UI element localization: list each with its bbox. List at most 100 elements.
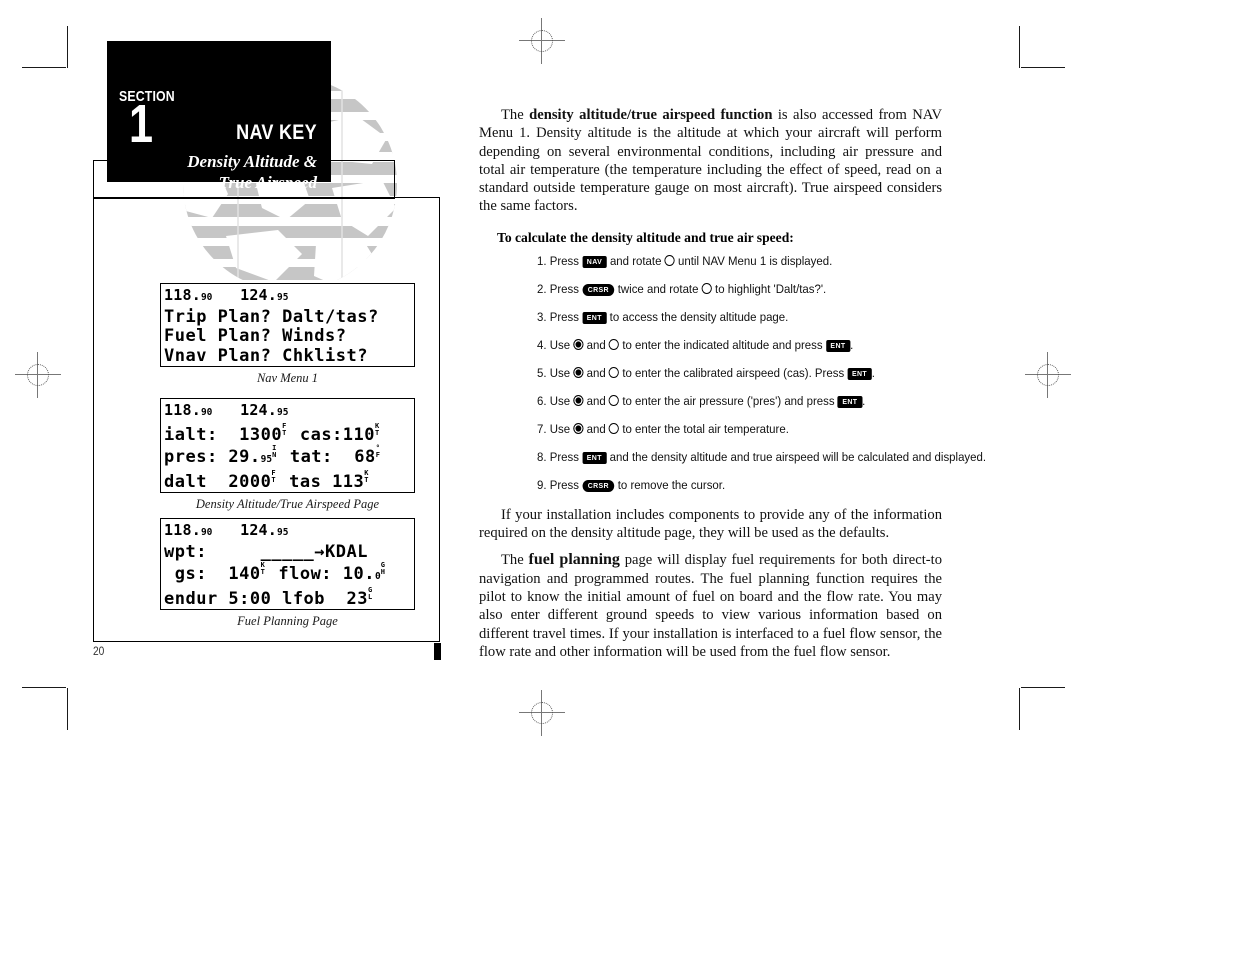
crop-mark-top-left-horizontal [22,67,66,68]
ent-key-glyph: ENT [825,339,851,352]
para3-rest: page will display fuel requirements for … [479,552,942,660]
step-7-number: 7. Use [537,421,574,436]
step-5-number: 5. Use [537,365,574,380]
procedure-step-8: 8. Press ENT and the density altitude an… [537,449,986,465]
inner-knob-icon [573,422,584,434]
crop-mark-bottom-left-horizontal [22,687,66,688]
page-number: 20 [93,644,105,658]
page-subtitle-line2: True Airspeed [218,173,317,192]
crop-mark-bottom-left-vertical [67,688,68,730]
registration-mark-right [1025,352,1071,398]
step-2-mid: twice and rotate [614,281,702,296]
lcd-row-frequency: 118.90 124.95 [164,286,289,304]
step-2-number: 2. Press [537,281,583,296]
step-8-number: 8. Press [537,449,583,464]
crop-mark-top-right-vertical [1019,26,1020,68]
inner-knob-icon [573,394,584,406]
lcd-row-menu-2: Fuel Plan? Winds? [164,326,347,346]
nav-key-glyph: NAV [582,255,607,268]
paragraph-density-altitude-intro: The density altitude/true airspeed funct… [479,106,942,216]
step-1-number: 1. Press [537,253,583,268]
para1-bold-term: density altitude/true airspeed function [529,107,773,123]
crsr-key-glyph: CRSR [582,479,615,492]
inner-knob-icon [573,338,584,350]
ent-key-glyph: ENT [582,451,607,464]
step-6-mid: and [583,393,609,408]
registration-mark-top [519,18,565,64]
step-5-mid: and [583,365,609,380]
step-2-tail: to highlight 'Dalt/tas?'. [711,281,827,296]
main-text-column: The density altitude/true airspeed funct… [479,106,986,670]
registration-mark-bottom [519,690,565,736]
procedure-step-7: 7. Use and to enter the total air temper… [537,422,914,437]
crop-mark-top-left-vertical [67,26,68,68]
registration-mark-left [15,352,61,398]
outer-knob-icon [701,282,712,294]
page-title: NAV KEY [236,121,317,144]
figure-caption: Fuel Planning Page [237,614,338,628]
step-4-end: . [850,337,854,352]
procedure-step-6: 6. Use and to enter the air pressure ('p… [537,394,914,409]
figure-caption: Density Altitude/True Airspeed Page [195,497,380,511]
procedure-step-3: 3. Press ENT to access the density altit… [537,310,914,325]
outer-knob-icon [608,338,620,350]
step-6-number: 6. Use [537,393,574,408]
lcd-row-endur-lfob: endur 5:00 lfob 23 G L [164,585,373,609]
ent-key-glyph: ENT [837,395,863,408]
step-6-tail: to enter the air pressure ('pres') and p… [619,393,838,408]
procedure-step-4: 4. Use and to enter the indicated altitu… [537,338,914,353]
crsr-key-glyph: CRSR [582,283,615,296]
step-4-number: 4. Use [537,337,574,352]
outer-knob-icon [608,394,620,406]
page-subtitle: Density Altitude & True Airspeed [117,151,317,193]
lcd-row-ialt-cas: ialt: 1300 F T cas:110 K T [164,421,380,445]
step-8-tail: and the density altitude and true airspe… [606,449,987,464]
crop-mark-bottom-right-vertical [1019,688,1020,730]
lcd-screen: 118.90 124.95 wpt: _____→KDAL gs: 140 K T … [160,518,415,610]
lcd-row-menu-1: Trip Plan? Dalt/tas? [164,306,379,327]
crop-mark-bottom-right-horizontal [1021,687,1065,688]
lcd-row-pres-tat: pres: 29.95 I N tat: 68 ° F [164,444,380,467]
procedure-heading: To calculate the density altitude and tr… [497,229,794,245]
paragraph-fuel-planning: The fuel planning page will display fuel… [479,551,942,661]
inner-knob-icon [573,366,584,378]
para1-lead: The [501,107,530,123]
section-number: 1 [129,94,154,154]
step-3-number: 3. Press [537,309,583,324]
step-4-mid: and [583,337,609,352]
step-9-tail: to remove the cursor. [614,477,726,492]
figure-fuel-planning-page: 118.90 124.95 wpt: _____→KDAL gs: 140 K T … [160,518,415,629]
lcd-row-menu-3: Vnav Plan? Chklist? [164,345,368,366]
para3-bold-term: fuel planning [528,551,620,569]
lcd-row-gs-flow: gs: 140 K T flow: 10.0 G H [164,561,385,584]
outer-knob-icon [664,254,675,266]
para1-rest: is also accessed from NAV Menu 1. Densit… [479,107,942,215]
figure-nav-menu-1: 118.90 124.95 Trip Plan? Dalt/tas? Fuel … [160,283,415,386]
step-5-tail: to enter the calibrated airspeed (cas). … [619,365,848,380]
outer-knob-icon [608,422,620,434]
step-7-tail: to enter the total air temperature. [619,421,789,436]
page-edge-marker [434,643,441,660]
lcd-row-frequency: 118.90 124.95 [164,401,289,419]
procedure-step-9: 9. Press CRSR to remove the cursor. [537,478,914,493]
ent-key-glyph: ENT [847,367,872,380]
crop-mark-top-right-horizontal [1021,67,1065,68]
step-9-number: 9. Press [537,477,583,492]
outer-knob-icon [608,366,620,378]
lcd-screen: 118.90 124.95 ialt: 1300 F T cas:110 K T pre… [160,398,415,493]
lcd-row-frequency: 118.90 124.95 [164,521,289,539]
procedure-step-5: 5. Use and to enter the calibrated airsp… [537,366,914,381]
lcd-row-dalt-tas: dalt 2000 F T tas 113 K T [164,468,369,492]
step-7-mid: and [583,421,609,436]
step-3-tail: to access the density altitude page. [606,309,789,324]
para3-lead: The [501,552,529,569]
step-1-tail: until NAV Menu 1 is displayed. [674,253,833,268]
ent-key-glyph: ENT [582,311,607,324]
lcd-screen: 118.90 124.95 Trip Plan? Dalt/tas? Fuel … [160,283,415,367]
figure-density-altitude-page: 118.90 124.95 ialt: 1300 F T cas:110 K T pre… [160,398,415,512]
step-5-end: . [871,365,875,380]
page-subtitle-line1: Density Altitude & [187,152,317,171]
figure-caption: Nav Menu 1 [256,371,319,385]
section-header: SECTION 1 NAV KEY Density Altitude & Tru… [107,41,331,192]
step-6-end: . [862,393,866,408]
